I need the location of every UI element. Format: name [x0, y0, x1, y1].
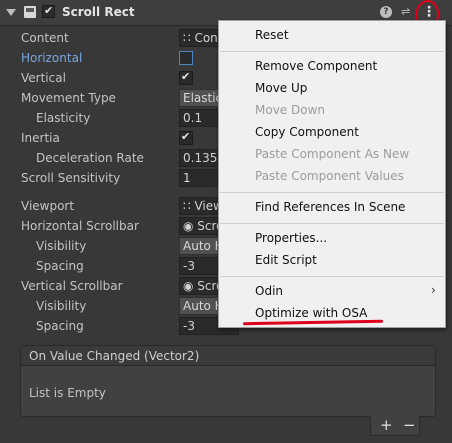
menu-item-move-down: Move Down	[255, 103, 325, 117]
v-spacing-label: Spacing	[36, 319, 84, 333]
help-icon[interactable]: ?	[380, 6, 392, 18]
h-visibility-label: Visibility	[36, 239, 87, 253]
inertia-label: Inertia	[21, 131, 60, 145]
horizontal-label: Horizontal	[21, 51, 83, 65]
component-icon	[24, 6, 36, 18]
horizontal-scrollbar-label: Horizontal Scrollbar	[21, 219, 139, 233]
menu-item-find-references[interactable]: Find References In Scene	[255, 200, 405, 214]
on-value-changed-event: On Value Changed (Vector2) List is Empty	[20, 345, 436, 417]
menu-item-edit-script[interactable]: Edit Script	[255, 253, 317, 267]
event-title: On Value Changed (Vector2)	[21, 346, 435, 366]
menu-separator	[220, 192, 444, 193]
elasticity-label: Elasticity	[36, 111, 91, 125]
menu-item-copy-component[interactable]: Copy Component	[255, 125, 359, 139]
menu-item-paste-values: Paste Component Values	[255, 169, 404, 183]
chevron-right-icon: ›	[431, 283, 436, 297]
content-label: Content	[21, 31, 69, 45]
event-empty-text: List is Empty	[29, 386, 106, 400]
menu-item-properties[interactable]: Properties...	[255, 231, 327, 245]
menu-item-reset[interactable]: Reset	[255, 28, 289, 42]
remove-event-button[interactable]: −	[403, 416, 416, 434]
vertical-scrollbar-label: Vertical Scrollbar	[21, 279, 123, 293]
component-enabled-checkbox[interactable]	[42, 4, 55, 18]
v-visibility-label: Visibility	[36, 299, 87, 313]
horizontal-checkbox[interactable]	[179, 51, 193, 65]
menu-item-optimize-osa[interactable]: Optimize with OSA	[255, 306, 367, 320]
presets-icon[interactable]: ⇌	[401, 5, 410, 18]
vertical-label: Vertical	[21, 71, 66, 85]
scroll-sensitivity-label: Scroll Sensitivity	[21, 171, 121, 185]
deceleration-rate-label: Deceleration Rate	[36, 151, 144, 165]
component-context-menu: Reset Remove Component Move Up Move Down…	[218, 20, 446, 328]
vertical-checkbox[interactable]	[179, 70, 193, 85]
component-title: Scroll Rect	[62, 5, 135, 19]
inertia-checkbox[interactable]	[179, 130, 193, 145]
menu-item-remove-component[interactable]: Remove Component	[255, 59, 377, 73]
foldout-arrow-icon[interactable]	[6, 9, 16, 16]
menu-item-odin[interactable]: Odin	[255, 284, 283, 298]
menu-item-move-up[interactable]: Move Up	[255, 81, 307, 95]
menu-item-paste-as-new: Paste Component As New	[255, 147, 410, 161]
event-list-controls: + −	[370, 416, 420, 436]
movement-type-label: Movement Type	[21, 91, 116, 105]
h-spacing-label: Spacing	[36, 259, 84, 273]
viewport-label: Viewport	[21, 199, 75, 213]
menu-separator	[220, 223, 444, 224]
menu-separator	[220, 51, 444, 52]
menu-separator	[220, 276, 444, 277]
add-event-button[interactable]: +	[380, 416, 393, 434]
